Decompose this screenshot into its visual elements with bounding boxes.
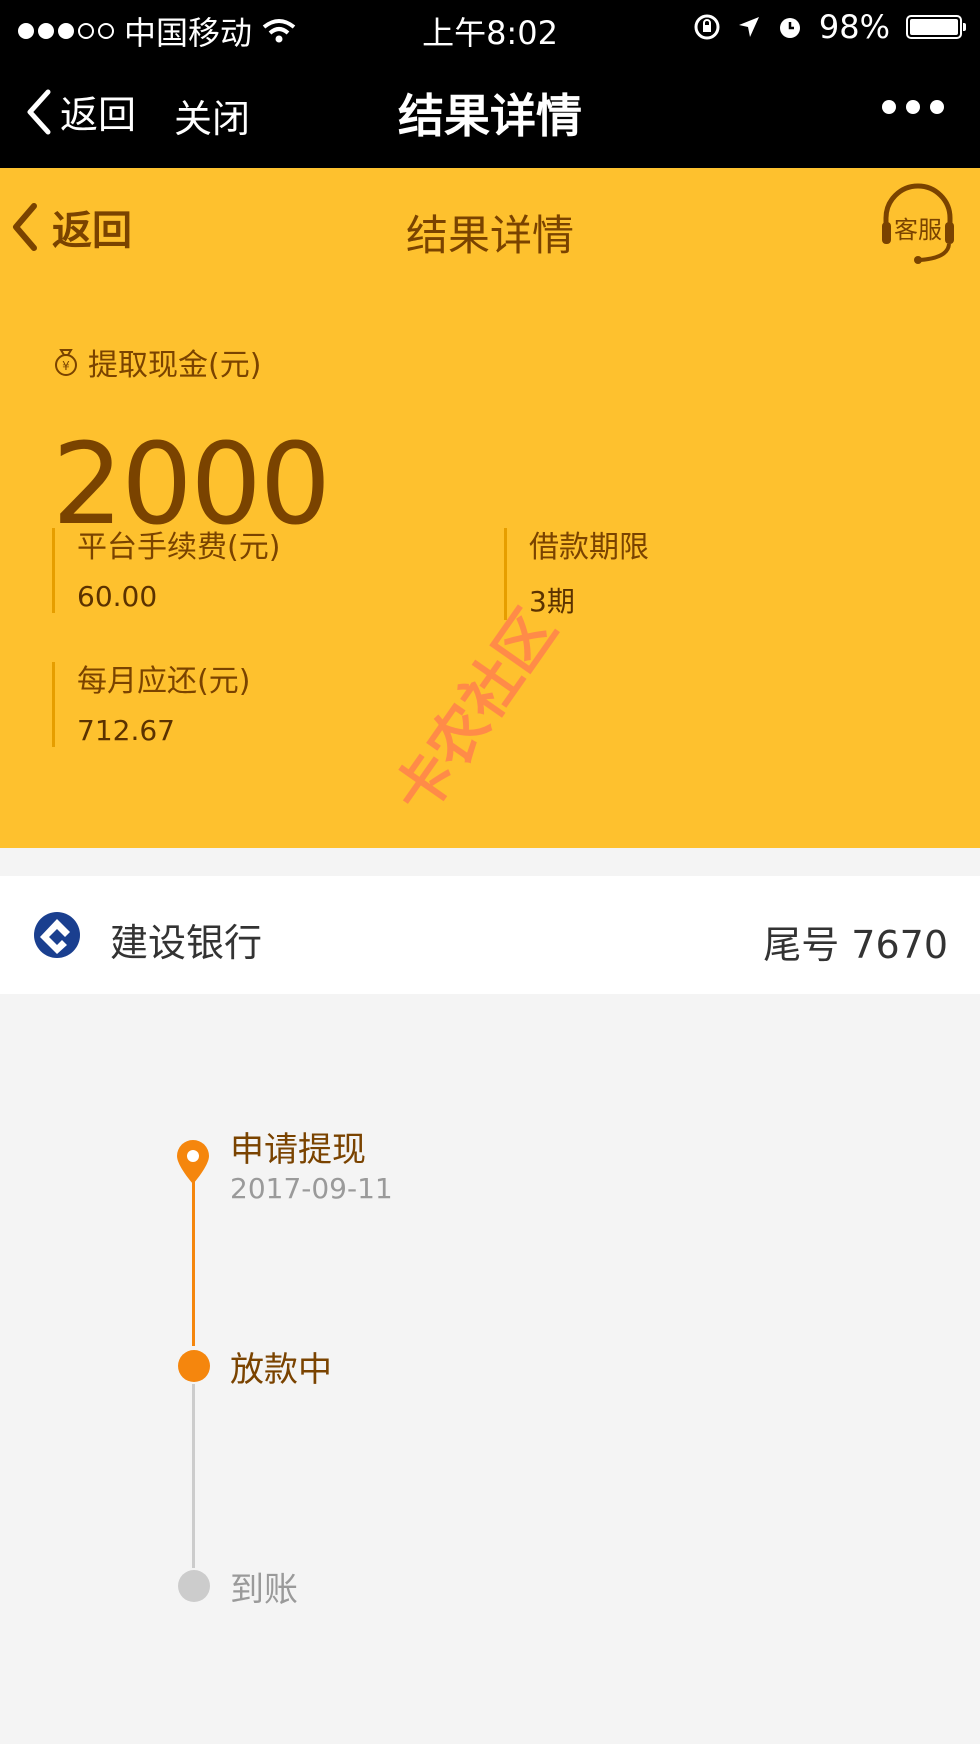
term-label: 借款期限	[529, 530, 649, 565]
battery-icon	[906, 15, 966, 39]
timeline-line-pending	[192, 1384, 195, 1568]
step-arrived-label: 到账	[230, 1570, 298, 1610]
page-title: 结果详情	[405, 211, 574, 260]
pending-step-dot	[178, 1570, 210, 1602]
rotation-lock-icon	[694, 14, 720, 40]
bank-card-row: 建设银行 尾号 7670	[0, 876, 980, 994]
customer-service-button[interactable]: 客服	[878, 182, 958, 264]
monthly-value: 712.67	[77, 714, 175, 747]
map-pin-icon	[177, 1140, 209, 1184]
term-value: 3期	[529, 585, 575, 618]
cash-label: 提取现金(元)	[88, 348, 262, 383]
status-bar: 中国移动 上午8:02 98%	[0, 0, 980, 56]
step-disbursing-label: 放款中	[230, 1350, 332, 1390]
battery-percent: 98%	[818, 8, 890, 46]
more-options-icon[interactable]	[882, 100, 944, 114]
customer-service-label: 客服	[894, 216, 942, 244]
fee-stat: 平台手续费(元) 60.00	[52, 528, 280, 613]
location-arrow-icon	[738, 17, 759, 37]
monthly-label: 每月应还(元)	[77, 664, 251, 699]
timeline-line-done	[192, 1178, 195, 1346]
fee-value: 60.00	[77, 580, 158, 613]
active-step-dot	[178, 1350, 210, 1382]
wechat-page-title: 结果详情	[398, 89, 582, 143]
step-apply-date: 2017-09-11	[230, 1172, 393, 1205]
alarm-icon	[779, 18, 800, 38]
money-bag-icon: ¥	[55, 349, 77, 376]
svg-text:¥: ¥	[62, 359, 70, 373]
step-apply-label: 申请提现	[230, 1130, 366, 1170]
wechat-nav-bar: 返回 关闭 结果详情	[0, 56, 980, 168]
cash-label-row: ¥ 提取现金(元)	[52, 340, 261, 384]
bank-name: 建设银行	[110, 921, 263, 965]
status-right: 98%	[693, 8, 966, 46]
fee-label: 平台手续费(元)	[77, 530, 281, 565]
monthly-stat: 每月应还(元) 712.67	[52, 662, 250, 747]
card-tail-number: 尾号 7670	[763, 923, 948, 967]
ccb-bank-logo	[34, 912, 80, 958]
